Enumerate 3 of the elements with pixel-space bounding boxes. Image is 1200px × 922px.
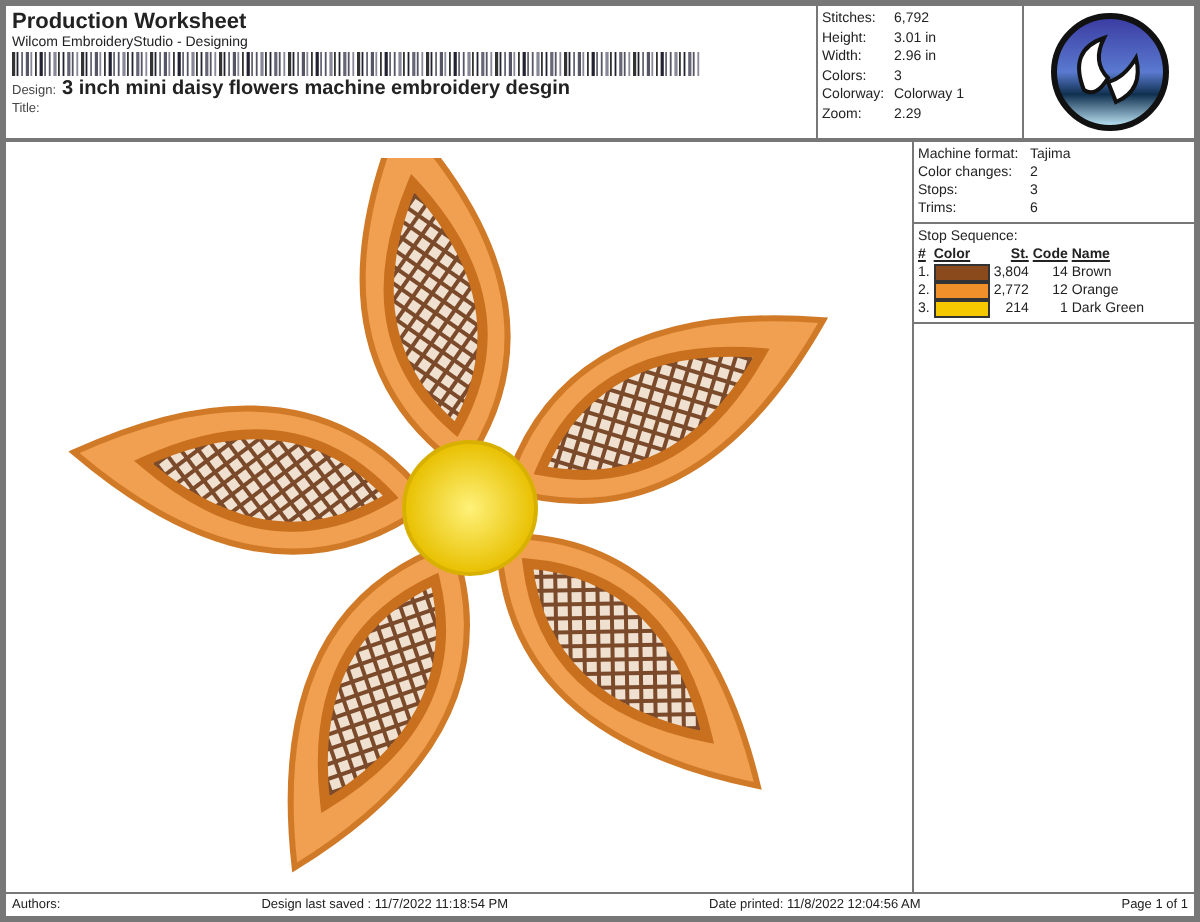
logo-icon <box>1047 10 1171 134</box>
worksheet-title: Production Worksheet <box>12 10 249 34</box>
design-name: 3 inch mini daisy flowers machine embroidery desgin <box>62 78 571 100</box>
